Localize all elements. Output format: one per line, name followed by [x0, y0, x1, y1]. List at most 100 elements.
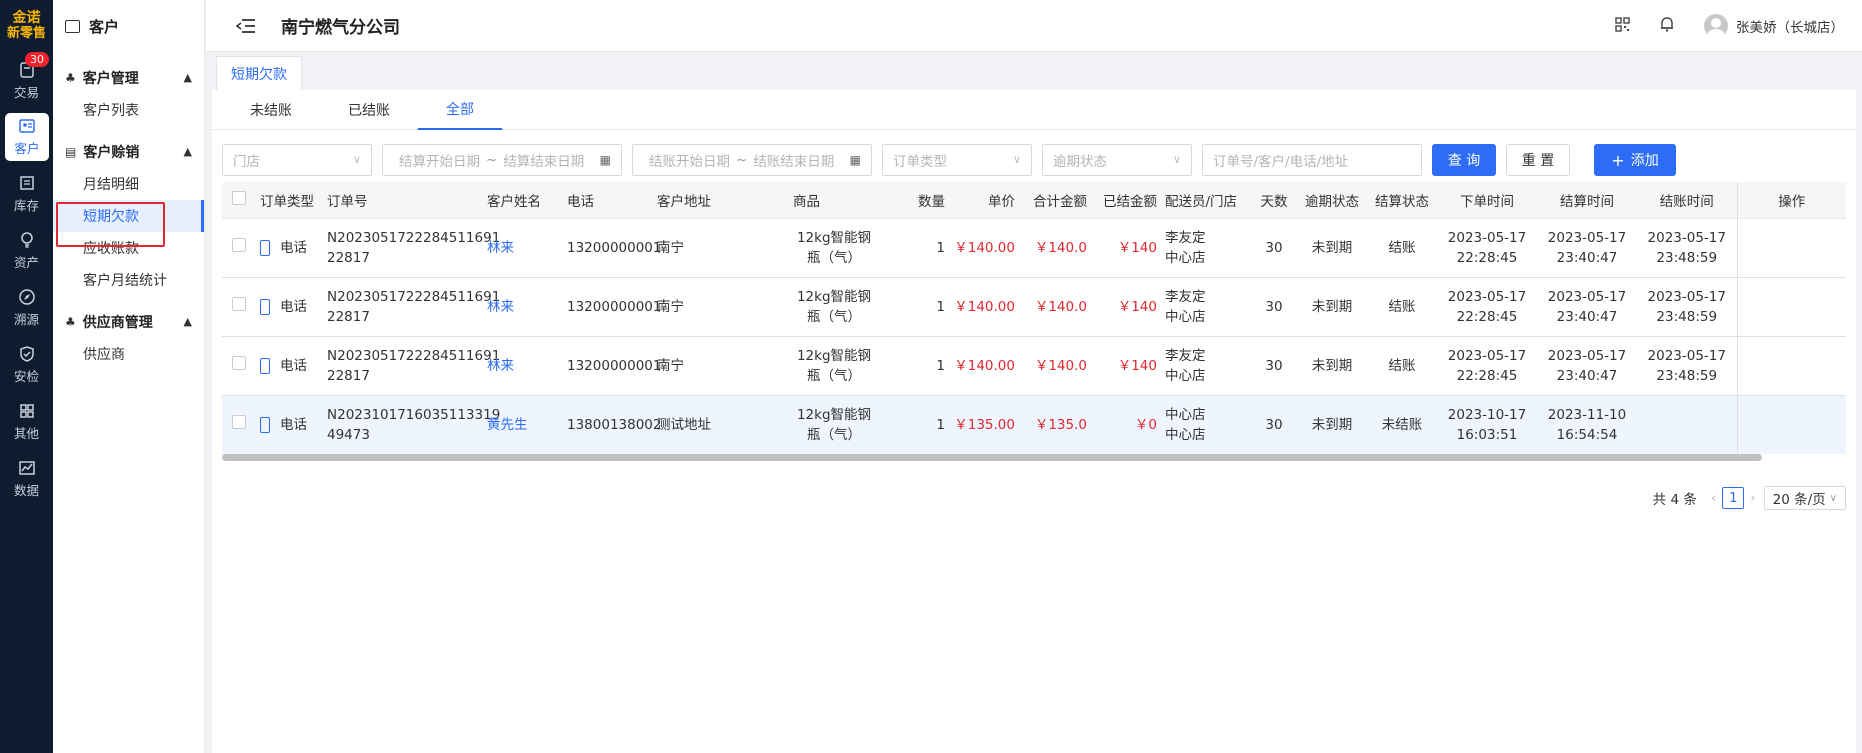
chevron-down-icon: ∨: [1012, 153, 1021, 166]
col-overdue: 逾期状态: [1297, 182, 1367, 219]
sidebar-item-supplier[interactable]: 供应商: [53, 338, 204, 370]
tab-all[interactable]: 全部: [418, 90, 502, 130]
customer-cell: 林来: [483, 277, 563, 337]
tab-settled[interactable]: 已结账: [320, 90, 418, 130]
col-product: 商品: [789, 182, 879, 219]
keyword-placeholder: 订单号/客户/电话/地址: [1213, 154, 1349, 170]
rail-item-customer[interactable]: 客户: [5, 113, 49, 161]
table-body: 电话 N2023051722284511691 22817 林来 1320000000…: [222, 218, 1846, 454]
sidebar-group-supplier-management[interactable]: ♣ 供应商管理 ▲: [53, 306, 204, 338]
courier: 李友定: [1165, 347, 1206, 364]
close-time-cell: 2023-05-17 23:48:59: [1637, 218, 1737, 278]
sidebar-item-receivables[interactable]: 应收账款: [53, 232, 204, 264]
overdue-cell: 未到期: [1297, 395, 1367, 454]
add-button[interactable]: + 添加: [1594, 144, 1676, 176]
rail-item-data[interactable]: 数据: [0, 450, 53, 507]
trace-icon: [18, 288, 35, 305]
time: 22:28:45: [1456, 367, 1518, 384]
icon-rail: 金诺 新零售 交易 30 客户 库存 资产 溯源 安检 其他 数据: [0, 0, 53, 753]
row-checkbox[interactable]: [232, 237, 246, 252]
store: 中心店: [1165, 426, 1206, 443]
sidebar-group-customer-credit[interactable]: ▤ 客户赊销 ▲: [53, 136, 204, 168]
page-size-select[interactable]: 20 条/页 ∨: [1763, 486, 1846, 510]
settled-cell: ￥0: [1091, 395, 1161, 454]
store-select[interactable]: 门店 ∨: [222, 144, 372, 176]
group-label: 客户赊销: [83, 145, 140, 161]
horizontal-scrollbar[interactable]: [222, 454, 1762, 461]
customer-link[interactable]: 林来: [487, 240, 514, 256]
table-row[interactable]: 电话 N2023051722284511691 22817 林来 1320000000…: [222, 277, 1846, 337]
rail-label: 其他: [13, 425, 39, 441]
date: 2023-05-17: [1547, 229, 1627, 246]
order-time-cell: 2023-05-17 22:28:45: [1437, 277, 1537, 337]
table-row[interactable]: 电话 N2023101716035113319 49473 黄先生 138001380…: [222, 395, 1846, 454]
phone-cell: 13800138002: [563, 395, 661, 454]
row-checkbox[interactable]: [232, 296, 246, 311]
close-end-placeholder: 结账结束日期: [753, 154, 835, 170]
settle-time-cell: 2023-05-17 23:40:47: [1537, 336, 1637, 396]
rail-item-other[interactable]: 其他: [0, 393, 53, 450]
row-checkbox[interactable]: [232, 414, 246, 429]
settle-date-range[interactable]: 结算开始日期 ~ 结算结束日期 ▦: [382, 144, 622, 176]
range-separator: ~: [736, 152, 748, 168]
date: 2023-05-17: [1647, 229, 1726, 246]
rail-item-trace[interactable]: 溯源: [0, 279, 53, 336]
col-total: 合计金额: [1019, 182, 1091, 219]
rail-label: 数据: [13, 482, 39, 498]
page-tag-short-term-debt[interactable]: 短期欠款: [216, 56, 302, 90]
qrcode-icon[interactable]: [1615, 16, 1630, 36]
customer-link[interactable]: 黄先生: [487, 417, 528, 433]
rail-item-trade[interactable]: 交易 30: [0, 52, 53, 109]
avatar[interactable]: [1704, 14, 1728, 38]
reset-button[interactable]: 重 置: [1506, 144, 1570, 176]
select-all-checkbox[interactable]: [232, 190, 246, 205]
rail-item-asset[interactable]: 资产: [0, 222, 53, 279]
courier-store-cell: 中心店 中心店: [1161, 395, 1251, 454]
courier: 李友定: [1165, 288, 1206, 305]
page-number[interactable]: 1: [1722, 487, 1745, 509]
sidebar-item-monthly-stats[interactable]: 客户月结统计: [53, 264, 204, 296]
date: 2023-05-17: [1647, 288, 1726, 305]
total-count: 共 4 条: [1652, 492, 1697, 508]
menu-toggle-icon[interactable]: [235, 18, 256, 34]
query-button[interactable]: 查 询: [1432, 144, 1496, 176]
keyword-input[interactable]: 订单号/客户/电话/地址: [1202, 144, 1422, 176]
overdue-status-placeholder: 逾期状态: [1053, 154, 1107, 170]
row-checkbox[interactable]: [232, 355, 246, 370]
customer-link[interactable]: 林来: [487, 299, 514, 315]
debt-table-wrapper: 订单类型 订单号 客户姓名 电话 客户地址 商品 数量 单价 合计金额 已结金额…: [222, 182, 1846, 454]
main-content: 未结账 已结账 全部 门店 ∨ 结算开始日期 ~ 结算结束日期 ▦ 结账开始日期…: [212, 90, 1856, 753]
sidebar-item-monthly-detail[interactable]: 月结明细: [53, 168, 204, 200]
days-cell: 30: [1251, 218, 1297, 278]
order-type-cell: 电话: [256, 395, 323, 454]
customer-link[interactable]: 林来: [487, 358, 514, 374]
overdue-status-select[interactable]: 逾期状态 ∨: [1042, 144, 1192, 176]
order-type-select[interactable]: 订单类型 ∨: [882, 144, 1032, 176]
table-row[interactable]: 电话 N2023051722284511691 22817 林来 1320000000…: [222, 336, 1846, 396]
sidebar-group-customer-management[interactable]: ♣ 客户管理 ▲: [53, 62, 204, 94]
sidebar-item-short-term-debt[interactable]: 短期欠款: [53, 200, 204, 232]
select-cell: [222, 395, 256, 454]
tab-unsettled[interactable]: 未结账: [222, 90, 320, 130]
bell-icon[interactable]: [1660, 16, 1674, 36]
total-cell: ￥140.0: [1019, 277, 1091, 337]
col-courier-store: 配送员/门店: [1161, 182, 1251, 219]
settle-start-placeholder: 结算开始日期: [399, 154, 480, 170]
top-bar: 南宁燃气分公司 张美娇（长城店）: [206, 0, 1862, 52]
qty-cell: 1: [879, 218, 949, 278]
rail-label: 溯源: [13, 311, 39, 327]
user-name[interactable]: 张美娇（长城店）: [1736, 16, 1844, 36]
table-row[interactable]: 电话 N2023051722284511691 22817 林来 1320000000…: [222, 218, 1846, 278]
rail-label: 资产: [13, 254, 39, 270]
sidebar-item-customer-list[interactable]: 客户列表: [53, 94, 204, 126]
settled-cell: ￥140: [1091, 218, 1161, 278]
actions-cell: [1736, 395, 1846, 454]
next-page-icon[interactable]: ›: [1750, 490, 1755, 506]
date: 2023-05-17: [1547, 347, 1627, 364]
prev-page-icon[interactable]: ‹: [1711, 490, 1716, 506]
rail-item-inventory[interactable]: 库存: [0, 165, 53, 222]
range-separator: ~: [486, 152, 498, 168]
close-date-range[interactable]: 结账开始日期 ~ 结账结束日期 ▦: [632, 144, 872, 176]
rail-item-security-check[interactable]: 安检: [0, 336, 53, 393]
close-start-placeholder: 结账开始日期: [649, 154, 730, 170]
